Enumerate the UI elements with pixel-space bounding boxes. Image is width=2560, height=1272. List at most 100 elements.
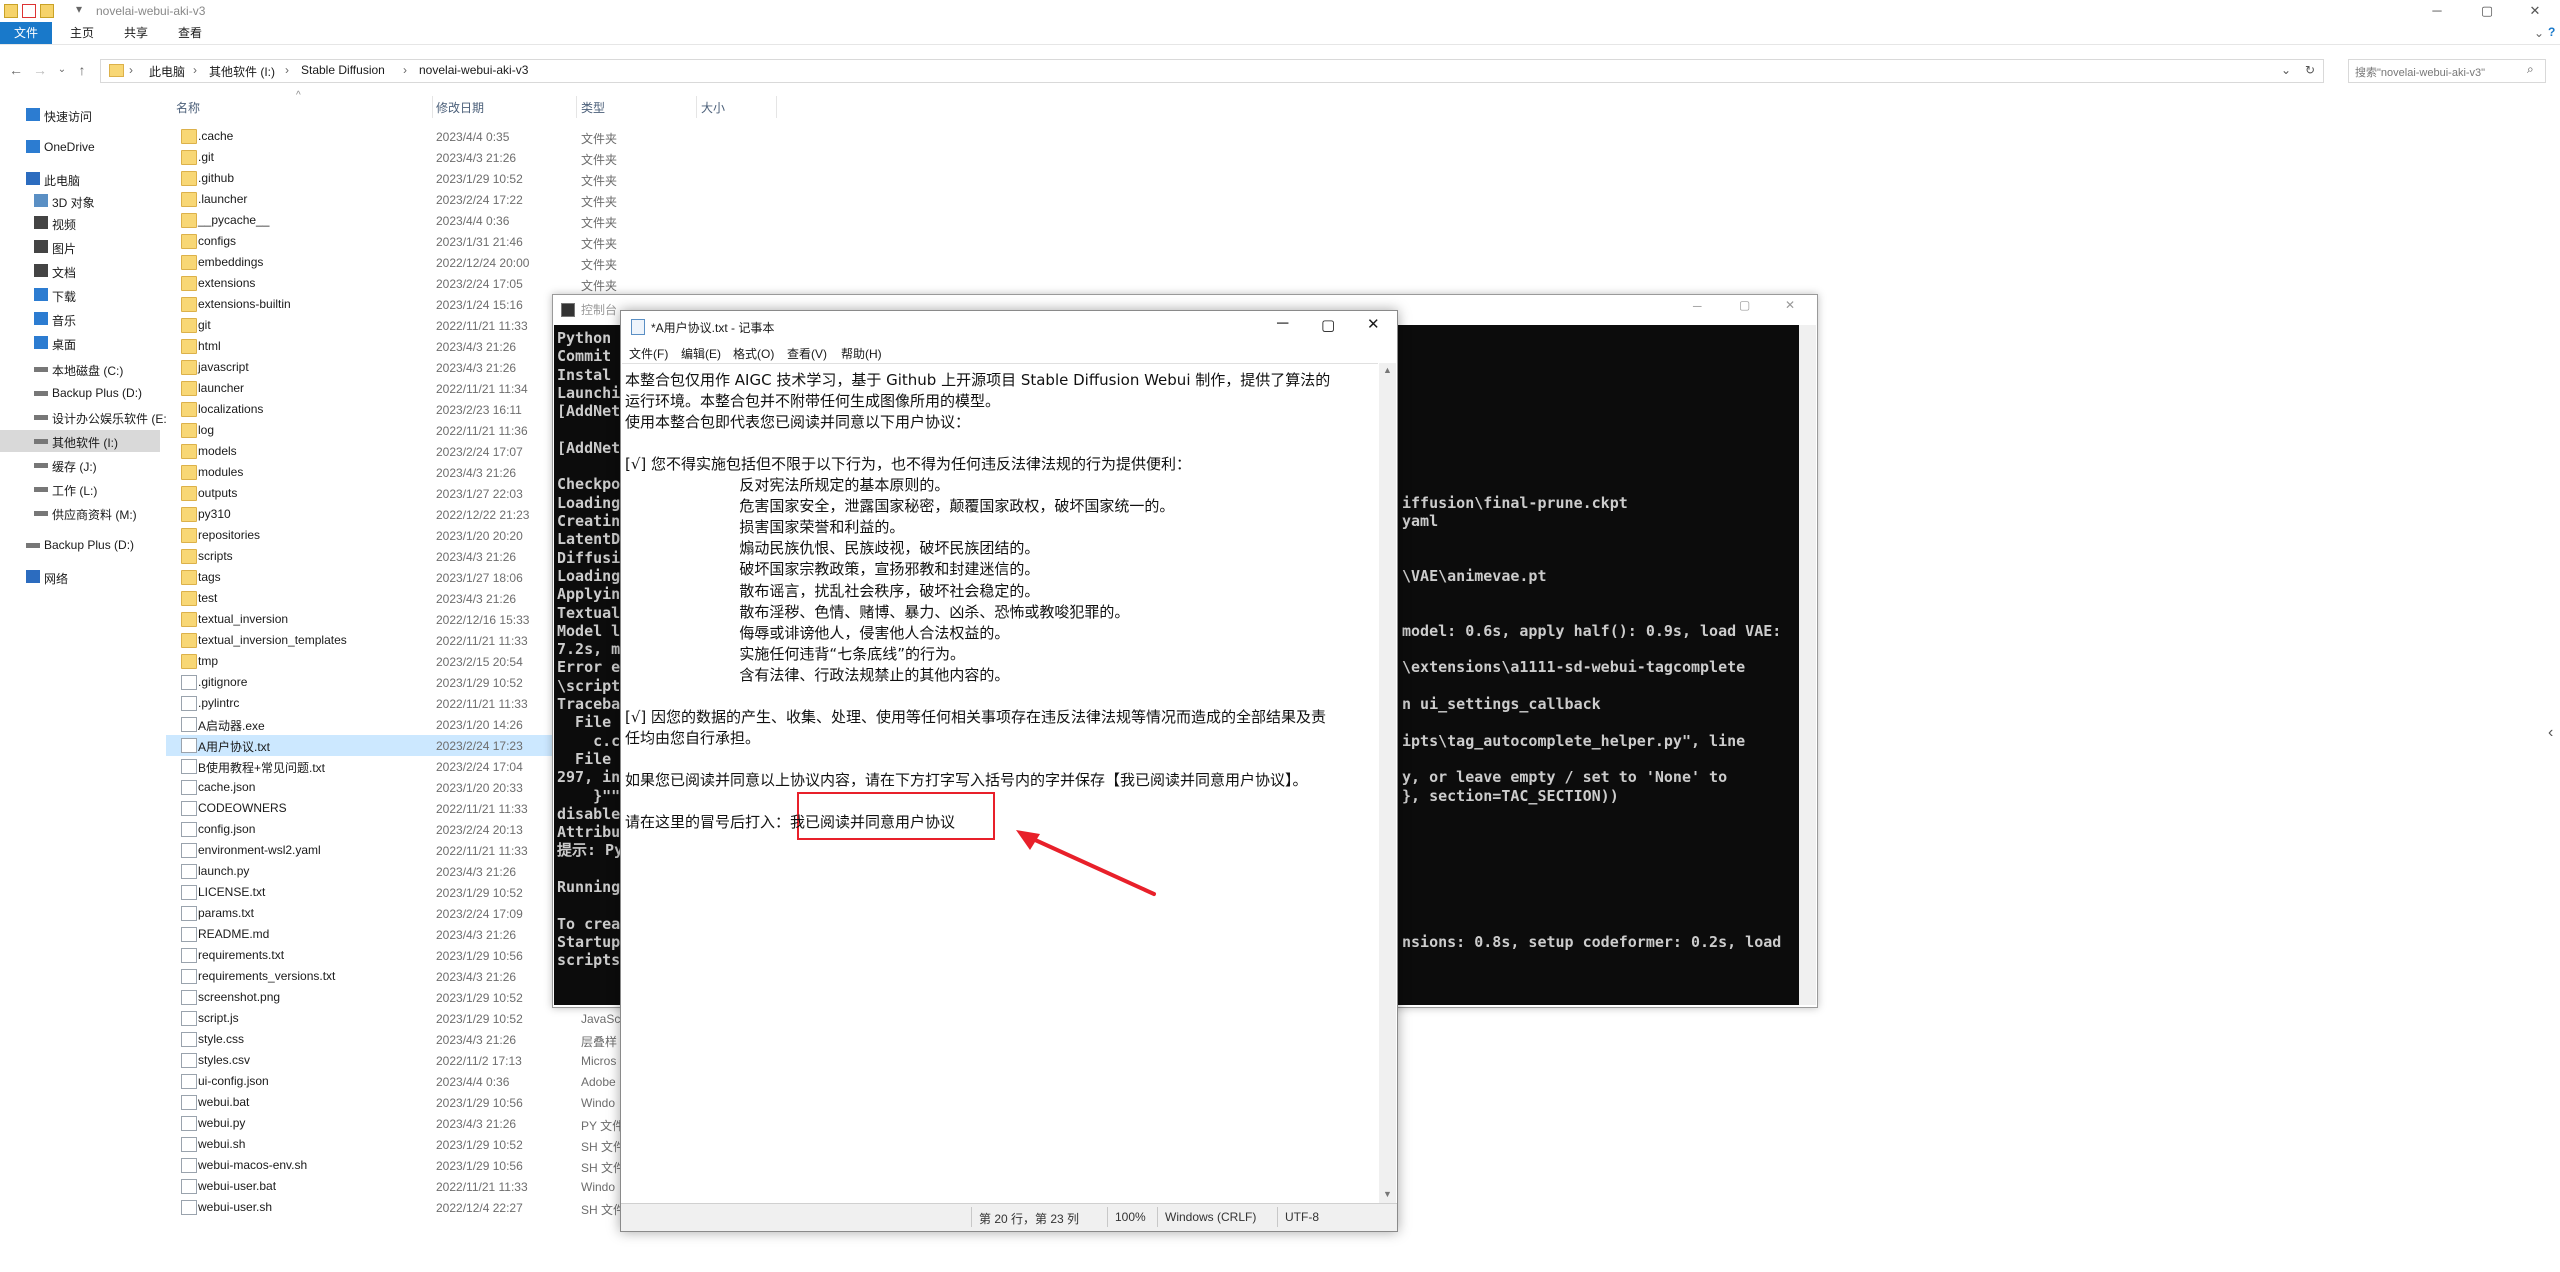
tab-share[interactable]: 共享 xyxy=(110,22,162,44)
nav-item[interactable]: 工作 (L:) xyxy=(0,478,160,500)
menu-edit[interactable]: 编辑(E) xyxy=(681,345,721,362)
console-title: 控制台 xyxy=(581,303,618,317)
notepad-minimize-button[interactable]: ─ xyxy=(1277,315,1288,333)
picture-icon xyxy=(34,240,48,253)
expand-ribbon-icon[interactable]: ⌄ xyxy=(2534,26,2544,40)
nav-item[interactable]: 3D 对象 xyxy=(0,190,160,212)
nav-item[interactable]: 图片 xyxy=(0,236,160,258)
file-date: 2023/1/20 20:33 xyxy=(436,781,523,795)
file-row[interactable]: .cache 2023/4/4 0:35 文件夹 xyxy=(166,126,916,147)
console-line: [AddNet xyxy=(557,438,621,457)
column-date[interactable]: 修改日期 xyxy=(436,99,484,116)
notepad-window[interactable]: *A用户协议.txt - 记事本 ─ ▢ ✕ 文件(F) 编辑(E) 格式(O)… xyxy=(620,310,1398,1232)
folder-icon xyxy=(181,234,197,249)
notepad-close-button[interactable]: ✕ xyxy=(1367,315,1380,333)
nav-item[interactable]: 视频 xyxy=(0,212,160,234)
column-divider[interactable] xyxy=(432,96,433,118)
nav-item[interactable]: OneDrive xyxy=(0,136,160,158)
tab-home[interactable]: 主页 xyxy=(56,22,108,44)
breadcrumb-chevron-icon[interactable]: › xyxy=(403,63,407,77)
notepad-maximize-button[interactable]: ▢ xyxy=(1321,316,1335,334)
file-date: 2023/1/29 10:56 xyxy=(436,1159,523,1173)
console-scrollbar[interactable] xyxy=(1799,325,1816,1005)
help-icon[interactable]: ? xyxy=(2548,25,2555,39)
column-name[interactable]: 名称 xyxy=(176,99,200,116)
file-name: tmp xyxy=(198,654,219,668)
file-row[interactable]: .github 2023/1/29 10:52 文件夹 xyxy=(166,168,916,189)
menu-file[interactable]: 文件(F) xyxy=(629,345,668,362)
window-title: novelai-webui-aki-v3 xyxy=(96,4,206,18)
forward-arrow-icon[interactable]: → xyxy=(30,60,50,80)
column-size[interactable]: 大小 xyxy=(701,99,725,116)
new-folder-icon[interactable] xyxy=(40,4,54,18)
properties-icon[interactable] xyxy=(22,4,36,18)
breadcrumb-chevron-icon[interactable]: › xyxy=(193,63,197,77)
console-minimize-button[interactable]: ─ xyxy=(1693,299,1702,313)
search-icon[interactable]: ⌕ xyxy=(2527,62,2534,77)
file-row[interactable]: .launcher 2023/2/24 17:22 文件夹 xyxy=(166,189,916,210)
file-row[interactable]: .git 2023/4/3 21:26 文件夹 xyxy=(166,147,916,168)
console-maximize-button[interactable]: ▢ xyxy=(1739,298,1750,312)
scroll-up-icon[interactable]: ▲ xyxy=(1383,365,1392,375)
column-divider[interactable] xyxy=(776,96,777,118)
console-close-button[interactable]: ✕ xyxy=(1785,298,1795,312)
menu-format[interactable]: 格式(O) xyxy=(733,345,774,362)
column-divider[interactable] xyxy=(696,96,697,118)
nav-item[interactable]: 此电脑 xyxy=(0,168,160,190)
nav-item[interactable]: 桌面 xyxy=(0,332,160,354)
notepad-text-area[interactable]: 本整合包仅用作 AIGC 技术学习，基于 Github 上开源项目 Stable… xyxy=(622,363,1378,1204)
pane-collapse-chevron-icon[interactable]: ‹ xyxy=(2548,724,2553,742)
breadcrumb-this-pc[interactable]: 此电脑 xyxy=(149,63,185,80)
folder-icon xyxy=(181,339,197,354)
refresh-icon[interactable]: ↻ xyxy=(2305,63,2315,77)
nav-item[interactable]: 本地磁盘 (C:) xyxy=(0,358,160,380)
file-date: 2023/4/3 21:26 xyxy=(436,865,517,879)
minimize-button[interactable]: ─ xyxy=(2414,0,2460,22)
up-arrow-icon[interactable]: ↑ xyxy=(72,60,92,80)
nav-item[interactable]: 文档 xyxy=(0,260,160,282)
nav-item[interactable]: 音乐 xyxy=(0,308,160,330)
nav-item[interactable]: 其他软件 (I:) xyxy=(0,430,160,452)
menu-help[interactable]: 帮助(H) xyxy=(841,345,882,362)
breadcrumb-chevron-icon[interactable]: › xyxy=(129,63,133,77)
recent-locations-icon[interactable]: ⌄ xyxy=(52,60,72,80)
file-row[interactable]: embeddings 2022/12/24 20:00 文件夹 xyxy=(166,252,916,273)
file-row[interactable]: configs 2023/1/31 21:46 文件夹 xyxy=(166,231,916,252)
file-name: html xyxy=(198,339,221,353)
tab-view[interactable]: 查看 xyxy=(164,22,216,44)
scroll-down-icon[interactable]: ▼ xyxy=(1383,1189,1392,1199)
nav-item-label: 供应商资料 (M:) xyxy=(52,508,137,522)
file-date: 2023/4/3 21:26 xyxy=(436,466,517,480)
nav-item[interactable]: 供应商资料 (M:) xyxy=(0,502,160,524)
customize-toolbar-icon[interactable]: ▾ xyxy=(76,2,82,16)
breadcrumb-current-folder[interactable]: novelai-webui-aki-v3 xyxy=(419,63,528,77)
tab-file[interactable]: 文件 xyxy=(0,22,53,44)
console-line: File xyxy=(557,749,612,768)
notepad-scrollbar[interactable]: ▲ ▼ xyxy=(1379,363,1396,1203)
console-line: scripts xyxy=(557,951,621,970)
file-row[interactable]: extensions 2023/2/24 17:05 文件夹 xyxy=(166,273,916,294)
back-arrow-icon[interactable]: ← xyxy=(6,60,26,80)
close-button[interactable]: ✕ xyxy=(2512,0,2558,22)
column-divider[interactable] xyxy=(576,96,577,118)
breadcrumb-drive[interactable]: 其他软件 (I:) xyxy=(209,63,275,80)
breadcrumb-stable-diffusion[interactable]: Stable Diffusion xyxy=(301,63,385,77)
folder-icon xyxy=(181,213,197,228)
file-row[interactable]: __pycache__ 2023/4/4 0:36 文件夹 xyxy=(166,210,916,231)
nav-item[interactable]: 快速访问 xyxy=(0,104,160,126)
file-name: log xyxy=(198,423,215,437)
search-box[interactable]: 搜索"novelai-webui-aki-v3" ⌕ xyxy=(2348,59,2546,83)
breadcrumb-chevron-icon[interactable]: › xyxy=(285,63,289,77)
nav-item[interactable]: 设计办公娱乐软件 (E: xyxy=(0,406,167,428)
nav-item[interactable]: Backup Plus (D:) xyxy=(0,382,160,404)
maximize-button[interactable]: ▢ xyxy=(2464,0,2510,22)
console-line: 7.2s, m xyxy=(557,640,621,659)
nav-item[interactable]: Backup Plus (D:) xyxy=(0,534,160,556)
address-dropdown-icon[interactable]: ⌄ xyxy=(2281,63,2291,77)
menu-view[interactable]: 查看(V) xyxy=(787,345,827,362)
column-type[interactable]: 类型 xyxy=(581,99,605,116)
nav-item[interactable]: 网络 xyxy=(0,566,160,588)
nav-item[interactable]: 下载 xyxy=(0,284,160,306)
address-box[interactable]: › 此电脑 › 其他软件 (I:) › Stable Diffusion › n… xyxy=(100,59,2324,83)
nav-item[interactable]: 缓存 (J:) xyxy=(0,454,160,476)
